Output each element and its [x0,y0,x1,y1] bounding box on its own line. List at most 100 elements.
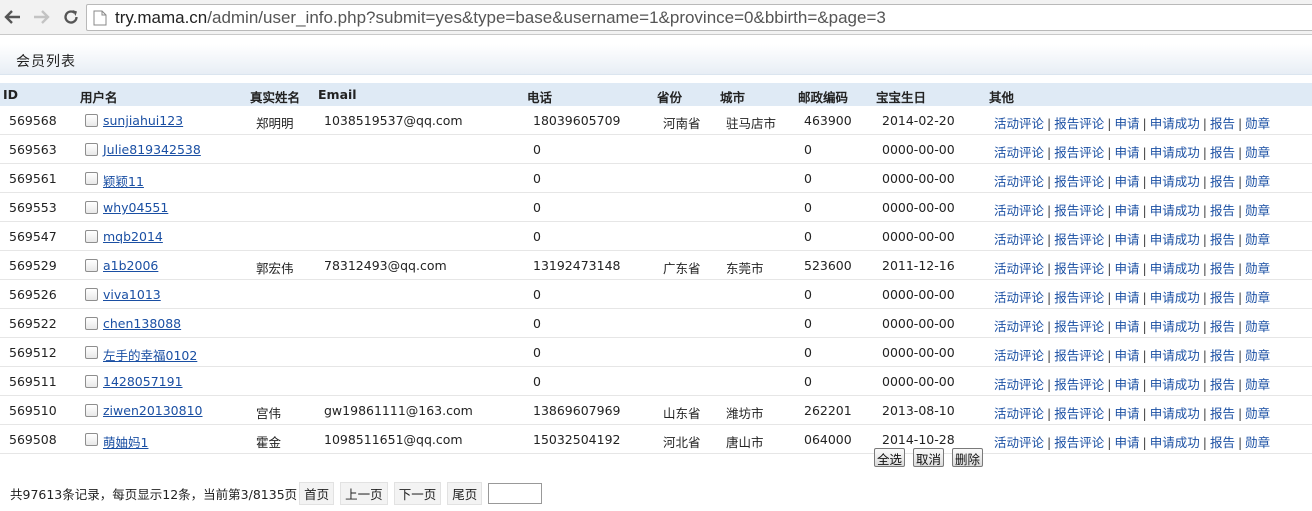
medal-link[interactable]: 勋章 [1245,290,1270,305]
activity-comments-link[interactable]: 活动评论 [994,290,1044,305]
medal-link[interactable]: 勋章 [1245,319,1270,334]
username-link[interactable]: viva1013 [103,287,161,302]
apply-success-link[interactable]: 申请成功 [1150,116,1200,131]
username-link[interactable]: sunjiahui123 [103,113,183,128]
report-link[interactable]: 报告 [1210,406,1235,421]
report-comments-link[interactable]: 报告评论 [1054,203,1104,218]
username-link[interactable]: a1b2006 [103,258,158,273]
row-checkbox[interactable] [85,288,98,301]
username-link[interactable]: mqb2014 [103,229,163,244]
apply-link[interactable]: 申请 [1114,232,1139,247]
username-link[interactable]: chen138088 [103,316,181,331]
apply-link[interactable]: 申请 [1114,319,1139,334]
apply-success-link[interactable]: 申请成功 [1150,232,1200,247]
activity-comments-link[interactable]: 活动评论 [994,203,1044,218]
activity-comments-link[interactable]: 活动评论 [994,348,1044,363]
activity-comments-link[interactable]: 活动评论 [994,232,1044,247]
apply-success-link[interactable]: 申请成功 [1150,290,1200,305]
report-link[interactable]: 报告 [1210,319,1235,334]
report-link[interactable]: 报告 [1210,145,1235,160]
medal-link[interactable]: 勋章 [1245,203,1270,218]
activity-comments-link[interactable]: 活动评论 [994,377,1044,392]
row-checkbox[interactable] [85,143,98,156]
row-checkbox[interactable] [85,259,98,272]
report-link[interactable]: 报告 [1210,116,1235,131]
report-comments-link[interactable]: 报告评论 [1054,348,1104,363]
medal-link[interactable]: 勋章 [1245,435,1270,450]
username-link[interactable]: 左手的幸福0102 [103,345,197,364]
row-checkbox[interactable] [85,201,98,214]
report-comments-link[interactable]: 报告评论 [1054,319,1104,334]
medal-link[interactable]: 勋章 [1245,145,1270,160]
apply-success-link[interactable]: 申请成功 [1150,377,1200,392]
row-checkbox[interactable] [85,346,98,359]
apply-success-link[interactable]: 申请成功 [1150,406,1200,421]
apply-link[interactable]: 申请 [1114,203,1139,218]
report-link[interactable]: 报告 [1210,435,1235,450]
row-checkbox[interactable] [85,404,98,417]
report-comments-link[interactable]: 报告评论 [1054,435,1104,450]
forward-arrow-icon[interactable] [28,4,54,30]
report-link[interactable]: 报告 [1210,174,1235,189]
report-comments-link[interactable]: 报告评论 [1054,116,1104,131]
username-link[interactable]: why04551 [103,200,168,215]
apply-success-link[interactable]: 申请成功 [1150,348,1200,363]
medal-link[interactable]: 勋章 [1245,174,1270,189]
apply-link[interactable]: 申请 [1114,348,1139,363]
back-arrow-icon[interactable] [0,4,26,30]
apply-success-link[interactable]: 申请成功 [1150,435,1200,450]
username-link[interactable]: 颖颖11 [103,171,144,190]
report-comments-link[interactable]: 报告评论 [1054,406,1104,421]
username-link[interactable]: ziwen20130810 [103,403,203,418]
apply-link[interactable]: 申请 [1114,290,1139,305]
medal-link[interactable]: 勋章 [1245,232,1270,247]
report-link[interactable]: 报告 [1210,348,1235,363]
apply-link[interactable]: 申请 [1114,377,1139,392]
activity-comments-link[interactable]: 活动评论 [994,406,1044,421]
report-link[interactable]: 报告 [1210,203,1235,218]
first-page-link[interactable]: 首页 [299,481,335,505]
next-page-link[interactable]: 下一页 [393,481,442,505]
apply-link[interactable]: 申请 [1114,406,1139,421]
delete-button[interactable]: 删除 [952,448,984,467]
row-checkbox[interactable] [85,230,98,243]
report-comments-link[interactable]: 报告评论 [1054,145,1104,160]
apply-success-link[interactable]: 申请成功 [1150,261,1200,276]
activity-comments-link[interactable]: 活动评论 [994,145,1044,160]
row-checkbox[interactable] [85,317,98,330]
activity-comments-link[interactable]: 活动评论 [994,261,1044,276]
report-comments-link[interactable]: 报告评论 [1054,290,1104,305]
apply-link[interactable]: 申请 [1114,145,1139,160]
apply-link[interactable]: 申请 [1114,435,1139,450]
row-checkbox[interactable] [85,433,98,446]
cancel-button[interactable]: 取消 [913,448,945,467]
report-comments-link[interactable]: 报告评论 [1054,261,1104,276]
activity-comments-link[interactable]: 活动评论 [994,174,1044,189]
apply-success-link[interactable]: 申请成功 [1150,203,1200,218]
activity-comments-link[interactable]: 活动评论 [994,116,1044,131]
medal-link[interactable]: 勋章 [1245,116,1270,131]
activity-comments-link[interactable]: 活动评论 [994,435,1044,450]
apply-success-link[interactable]: 申请成功 [1150,319,1200,334]
report-link[interactable]: 报告 [1210,290,1235,305]
apply-link[interactable]: 申请 [1114,116,1139,131]
report-link[interactable]: 报告 [1210,377,1235,392]
report-comments-link[interactable]: 报告评论 [1054,377,1104,392]
last-page-link[interactable]: 尾页 [447,481,483,505]
username-link[interactable]: 萌妯妈1 [103,432,148,451]
medal-link[interactable]: 勋章 [1245,406,1270,421]
select-all-button[interactable]: 全选 [874,448,906,467]
reload-icon[interactable] [58,4,84,30]
address-bar[interactable]: try.mama.cn/admin/user_info.php?submit=y… [86,4,1312,31]
medal-link[interactable]: 勋章 [1245,348,1270,363]
page-jump-input[interactable] [488,482,543,504]
medal-link[interactable]: 勋章 [1245,377,1270,392]
activity-comments-link[interactable]: 活动评论 [994,319,1044,334]
apply-link[interactable]: 申请 [1114,261,1139,276]
username-link[interactable]: Julie819342538 [103,142,201,157]
apply-success-link[interactable]: 申请成功 [1150,145,1200,160]
row-checkbox[interactable] [85,114,98,127]
apply-link[interactable]: 申请 [1114,174,1139,189]
username-link[interactable]: 1428057191 [103,374,183,389]
report-comments-link[interactable]: 报告评论 [1054,232,1104,247]
